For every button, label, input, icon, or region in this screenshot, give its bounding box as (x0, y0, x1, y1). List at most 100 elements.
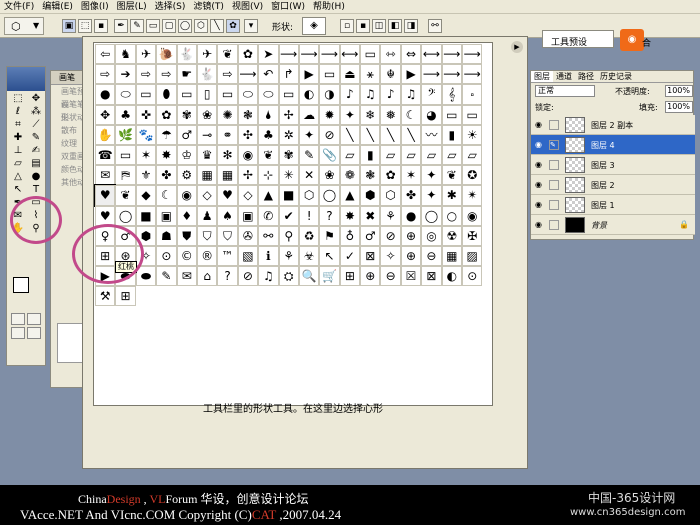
shape-cell[interactable]: ♥ (95, 205, 116, 226)
shape-cell[interactable]: ❄ (360, 104, 381, 125)
brush-option-row[interactable]: 纹理 (51, 137, 85, 150)
shape-cell[interactable]: ❦ (115, 185, 136, 206)
shape-cell[interactable]: ▭ (441, 104, 463, 125)
shape-cell[interactable]: © (176, 245, 197, 267)
shape-cell[interactable]: ▦ (217, 165, 238, 186)
shape-cell[interactable]: ⇨ (135, 64, 157, 85)
shape-cell[interactable]: ✠ (462, 225, 483, 246)
shape-cell[interactable]: ▱ (441, 144, 463, 166)
eye-icon[interactable]: ◉ (535, 140, 545, 150)
shape-cell[interactable]: ⟶ (278, 44, 299, 65)
shape-cell[interactable]: ⛉ (217, 225, 238, 246)
paths-button[interactable]: ⬚ (78, 19, 92, 33)
type-tool-icon[interactable]: T (27, 184, 45, 196)
shape-cell[interactable]: ♦ (176, 205, 197, 226)
shape-cell[interactable]: ⛉ (196, 225, 218, 246)
shape-cell[interactable]: ✎ (156, 266, 177, 287)
shape-cell[interactable]: ▶ (298, 64, 320, 85)
shape-cell[interactable]: ⇿ (380, 44, 401, 65)
rectangle-tool-button[interactable]: ▭ (146, 19, 160, 33)
shape-cell[interactable]: ✉ (176, 266, 197, 287)
blend-mode-select[interactable]: 正常 (535, 85, 595, 97)
shape-cell[interactable]: ▱ (380, 144, 401, 166)
shape-cell[interactable]: ✸ (156, 144, 177, 166)
shape-cell[interactable]: ✤ (400, 185, 422, 206)
shape-cell[interactable]: ↖ (319, 245, 340, 267)
layer-row[interactable]: ◉ 图层 2 副本 (531, 115, 695, 135)
shape-cell[interactable]: ● (95, 84, 116, 105)
shape-cell[interactable]: ╲ (339, 124, 361, 145)
shape-cell[interactable]: ⊙ (156, 245, 177, 267)
link-box[interactable] (549, 120, 559, 130)
eye-icon[interactable]: ◉ (535, 160, 545, 170)
shape-cell[interactable]: ⟶ (319, 44, 340, 65)
shape-cell[interactable]: ✓ (339, 245, 361, 267)
shape-cell[interactable]: ⊘ (380, 225, 401, 246)
shape-cell[interactable]: ✎ (298, 144, 320, 166)
shape-cell[interactable]: ✖ (360, 205, 381, 226)
pen-tool-button[interactable]: ✒ (114, 19, 128, 33)
shape-cell[interactable]: ❅ (380, 104, 401, 125)
brush-option-row[interactable]: 颜色动 (51, 163, 85, 176)
shape-cell[interactable]: ✦ (339, 104, 361, 125)
shape-cell[interactable]: ✇ (237, 225, 259, 246)
link-box[interactable] (549, 160, 559, 170)
marquee-tool-icon[interactable]: ⬚ (9, 93, 27, 105)
shape-cell[interactable]: ⊠ (360, 245, 381, 267)
shape-cell[interactable]: ➤ (258, 44, 279, 65)
shape-cell[interactable]: ↱ (278, 64, 299, 85)
shape-cell[interactable]: ⌂ (196, 266, 218, 287)
shape-cell[interactable]: ⇨ (217, 64, 238, 85)
shape-cell[interactable]: ⟶ (237, 64, 259, 85)
blur-tool-icon[interactable]: △ (9, 171, 27, 183)
shape-cell[interactable]: ╲ (380, 124, 401, 145)
shape-cell[interactable]: 🛒 (319, 266, 340, 287)
shape-cell[interactable]: ✧ (380, 245, 401, 267)
link-button[interactable]: ⚯ (428, 19, 442, 33)
shape-cell[interactable]: ⟶ (441, 64, 463, 85)
shape-cell[interactable]: ▣ (156, 205, 177, 226)
shape-cell[interactable]: ⊖ (421, 245, 442, 267)
shape-cell[interactable]: ▨ (462, 245, 483, 267)
lasso-tool-icon[interactable]: ℓ (9, 106, 27, 118)
layer-row[interactable]: ◉ 图层 1 (531, 195, 695, 215)
shape-cell[interactable]: ✆ (258, 205, 279, 226)
shape-cell[interactable]: ! (298, 205, 320, 226)
line-tool-button[interactable]: ╲ (210, 19, 224, 33)
shape-cell[interactable]: ⊸ (196, 124, 218, 145)
shape-cell[interactable]: ♞ (115, 44, 136, 65)
shape-cell[interactable]: ⚘ (278, 245, 299, 267)
shape-cell[interactable]: ⟶ (421, 64, 442, 85)
shape-cell[interactable]: ♂ (360, 225, 381, 246)
shape-cell[interactable]: ☾ (156, 185, 177, 206)
shape-cell[interactable]: ♥ (217, 185, 238, 206)
shape-cell[interactable]: ⟶ (298, 44, 320, 65)
shape-cell[interactable]: ❁ (339, 165, 361, 186)
exclude-shape-button[interactable]: ◨ (404, 19, 418, 33)
shape-cell[interactable]: ✻ (217, 144, 238, 166)
shape-cell[interactable]: ⊞ (339, 266, 361, 287)
path-select-icon[interactable]: ↖ (9, 184, 27, 196)
screen-mode-2-button[interactable] (27, 327, 41, 339)
shape-cell[interactable]: ▶ (400, 64, 422, 85)
shape-cell[interactable]: ✥ (95, 104, 116, 125)
shape-cell[interactable]: ☾ (400, 104, 422, 125)
eye-icon[interactable]: ◉ (535, 200, 545, 210)
shape-picker-dropdown[interactable]: ◈ (302, 17, 326, 35)
shape-cell[interactable]: ◯ (421, 205, 442, 226)
shape-cell[interactable]: ▱ (462, 144, 483, 166)
shape-cell[interactable]: ⚜ (135, 165, 157, 186)
shape-cell[interactable]: ? (319, 205, 340, 226)
eye-icon[interactable]: ◉ (535, 120, 545, 130)
shape-cell[interactable]: ◯ (319, 185, 340, 206)
shape-cell[interactable]: 〰 (421, 124, 442, 145)
link-box[interactable] (549, 180, 559, 190)
shape-cell[interactable]: ♫ (400, 84, 422, 105)
shape-cell[interactable]: ✢ (237, 165, 259, 186)
shape-cell[interactable]: ? (217, 266, 238, 287)
shape-cell[interactable]: ✱ (441, 185, 463, 206)
layers-panel-tab[interactable]: 路径 (575, 71, 597, 82)
shape-cell[interactable]: ♫ (258, 266, 279, 287)
shape-cell[interactable]: ▱ (421, 144, 442, 166)
shape-cell[interactable]: ➔ (115, 64, 136, 85)
